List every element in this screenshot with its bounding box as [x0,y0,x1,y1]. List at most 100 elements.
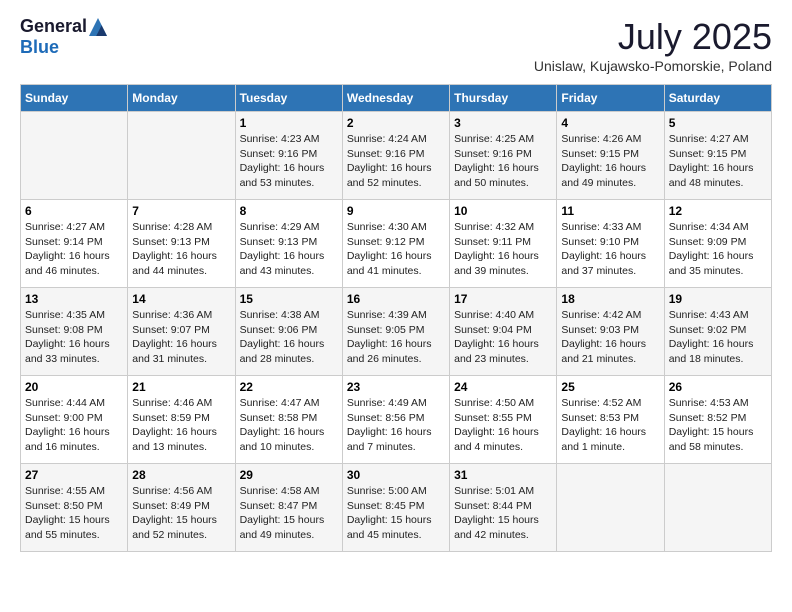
day-info: Sunrise: 4:29 AM Sunset: 9:13 PM Dayligh… [240,220,338,279]
day-number: 19 [669,292,767,306]
day-number: 2 [347,116,445,130]
day-info: Sunrise: 4:49 AM Sunset: 8:56 PM Dayligh… [347,396,445,455]
day-number: 21 [132,380,230,394]
calendar-empty-cell [557,464,664,552]
calendar-day-6: 6 Sunrise: 4:27 AM Sunset: 9:14 PM Daylig… [21,200,128,288]
day-info: Sunrise: 4:58 AM Sunset: 8:47 PM Dayligh… [240,484,338,543]
day-info: Sunrise: 4:24 AM Sunset: 9:16 PM Dayligh… [347,132,445,191]
calendar-day-13: 13 Sunrise: 4:35 AM Sunset: 9:08 PM Dayli… [21,288,128,376]
day-info: Sunrise: 4:26 AM Sunset: 9:15 PM Dayligh… [561,132,659,191]
day-number: 8 [240,204,338,218]
calendar-day-10: 10 Sunrise: 4:32 AM Sunset: 9:11 PM Dayli… [450,200,557,288]
day-number: 4 [561,116,659,130]
calendar-header-row: SundayMondayTuesdayWednesdayThursdayFrid… [21,85,772,112]
day-number: 14 [132,292,230,306]
calendar-day-2: 2 Sunrise: 4:24 AM Sunset: 9:16 PM Daylig… [342,112,449,200]
calendar-day-31: 31Sunrise: 5:01 AM Sunset: 8:44 PM Dayli… [450,464,557,552]
calendar-day-22: 22 Sunrise: 4:47 AM Sunset: 8:58 PM Dayli… [235,376,342,464]
calendar-day-28: 28 Sunrise: 4:56 AM Sunset: 8:49 PM Dayli… [128,464,235,552]
calendar-day-26: 26 Sunrise: 4:53 AM Sunset: 8:52 PM Dayli… [664,376,771,464]
calendar-day-7: 7Sunrise: 4:28 AM Sunset: 9:13 PM Daylig… [128,200,235,288]
day-number: 25 [561,380,659,394]
day-number: 3 [454,116,552,130]
day-info: Sunrise: 4:27 AM Sunset: 9:15 PM Dayligh… [669,132,767,191]
day-number: 30 [347,468,445,482]
day-info: Sunrise: 4:44 AM Sunset: 9:00 PM Dayligh… [25,396,123,455]
calendar-day-19: 19Sunrise: 4:43 AM Sunset: 9:02 PM Dayli… [664,288,771,376]
day-info: Sunrise: 4:40 AM Sunset: 9:04 PM Dayligh… [454,308,552,367]
day-number: 28 [132,468,230,482]
calendar-day-20: 20 Sunrise: 4:44 AM Sunset: 9:00 PM Dayli… [21,376,128,464]
day-number: 13 [25,292,123,306]
logo: General Blue [20,16,107,58]
calendar-day-17: 17 Sunrise: 4:40 AM Sunset: 9:04 PM Dayli… [450,288,557,376]
day-number: 20 [25,380,123,394]
calendar-day-21: 21Sunrise: 4:46 AM Sunset: 8:59 PM Dayli… [128,376,235,464]
logo-blue-text: Blue [20,37,59,58]
day-number: 31 [454,468,552,482]
day-info: Sunrise: 4:52 AM Sunset: 8:53 PM Dayligh… [561,396,659,455]
day-info: Sunrise: 4:47 AM Sunset: 8:58 PM Dayligh… [240,396,338,455]
day-info: Sunrise: 4:25 AM Sunset: 9:16 PM Dayligh… [454,132,552,191]
calendar-day-8: 8 Sunrise: 4:29 AM Sunset: 9:13 PM Daylig… [235,200,342,288]
day-number: 9 [347,204,445,218]
day-number: 5 [669,116,767,130]
calendar-day-30: 30Sunrise: 5:00 AM Sunset: 8:45 PM Dayli… [342,464,449,552]
page-header: General Blue July 2025 Unislaw, Kujawsko… [20,16,772,74]
calendar-day-1: 1Sunrise: 4:23 AM Sunset: 9:16 PM Daylig… [235,112,342,200]
logo-general-text: General [20,16,87,37]
day-number: 6 [25,204,123,218]
day-info: Sunrise: 4:32 AM Sunset: 9:11 PM Dayligh… [454,220,552,279]
logo-icon [89,18,107,36]
day-info: Sunrise: 4:55 AM Sunset: 8:50 PM Dayligh… [25,484,123,543]
header-saturday: Saturday [664,85,771,112]
day-info: Sunrise: 4:39 AM Sunset: 9:05 PM Dayligh… [347,308,445,367]
header-monday: Monday [128,85,235,112]
day-info: Sunrise: 4:27 AM Sunset: 9:14 PM Dayligh… [25,220,123,279]
calendar-day-14: 14 Sunrise: 4:36 AM Sunset: 9:07 PM Dayli… [128,288,235,376]
day-number: 29 [240,468,338,482]
day-info: Sunrise: 4:28 AM Sunset: 9:13 PM Dayligh… [132,220,230,279]
day-info: Sunrise: 4:42 AM Sunset: 9:03 PM Dayligh… [561,308,659,367]
day-number: 24 [454,380,552,394]
day-number: 23 [347,380,445,394]
day-number: 27 [25,468,123,482]
location-subtitle: Unislaw, Kujawsko-Pomorskie, Poland [534,58,772,74]
calendar-day-25: 25 Sunrise: 4:52 AM Sunset: 8:53 PM Dayli… [557,376,664,464]
calendar-day-23: 23 Sunrise: 4:49 AM Sunset: 8:56 PM Dayli… [342,376,449,464]
day-number: 18 [561,292,659,306]
calendar-week-row: 1Sunrise: 4:23 AM Sunset: 9:16 PM Daylig… [21,112,772,200]
calendar-week-row: 13 Sunrise: 4:35 AM Sunset: 9:08 PM Dayli… [21,288,772,376]
calendar-day-3: 3 Sunrise: 4:25 AM Sunset: 9:16 PM Daylig… [450,112,557,200]
day-info: Sunrise: 4:56 AM Sunset: 8:49 PM Dayligh… [132,484,230,543]
day-number: 11 [561,204,659,218]
calendar-day-29: 29 Sunrise: 4:58 AM Sunset: 8:47 PM Dayli… [235,464,342,552]
calendar-day-4: 4 Sunrise: 4:26 AM Sunset: 9:15 PM Daylig… [557,112,664,200]
day-number: 22 [240,380,338,394]
month-title: July 2025 [534,16,772,58]
calendar-day-5: 5 Sunrise: 4:27 AM Sunset: 9:15 PM Daylig… [664,112,771,200]
day-info: Sunrise: 4:53 AM Sunset: 8:52 PM Dayligh… [669,396,767,455]
day-info: Sunrise: 4:38 AM Sunset: 9:06 PM Dayligh… [240,308,338,367]
calendar-day-12: 12 Sunrise: 4:34 AM Sunset: 9:09 PM Dayli… [664,200,771,288]
day-info: Sunrise: 4:30 AM Sunset: 9:12 PM Dayligh… [347,220,445,279]
calendar-day-15: 15Sunrise: 4:38 AM Sunset: 9:06 PM Dayli… [235,288,342,376]
header-sunday: Sunday [21,85,128,112]
day-number: 12 [669,204,767,218]
header-thursday: Thursday [450,85,557,112]
calendar-week-row: 27 Sunrise: 4:55 AM Sunset: 8:50 PM Dayli… [21,464,772,552]
day-info: Sunrise: 4:50 AM Sunset: 8:55 PM Dayligh… [454,396,552,455]
day-number: 17 [454,292,552,306]
header-friday: Friday [557,85,664,112]
calendar-day-11: 11Sunrise: 4:33 AM Sunset: 9:10 PM Dayli… [557,200,664,288]
day-info: Sunrise: 4:36 AM Sunset: 9:07 PM Dayligh… [132,308,230,367]
day-info: Sunrise: 4:35 AM Sunset: 9:08 PM Dayligh… [25,308,123,367]
day-number: 26 [669,380,767,394]
header-tuesday: Tuesday [235,85,342,112]
title-block: July 2025 Unislaw, Kujawsko-Pomorskie, P… [534,16,772,74]
calendar-table: SundayMondayTuesdayWednesdayThursdayFrid… [20,84,772,552]
calendar-empty-cell [664,464,771,552]
day-number: 10 [454,204,552,218]
day-info: Sunrise: 4:34 AM Sunset: 9:09 PM Dayligh… [669,220,767,279]
day-number: 16 [347,292,445,306]
